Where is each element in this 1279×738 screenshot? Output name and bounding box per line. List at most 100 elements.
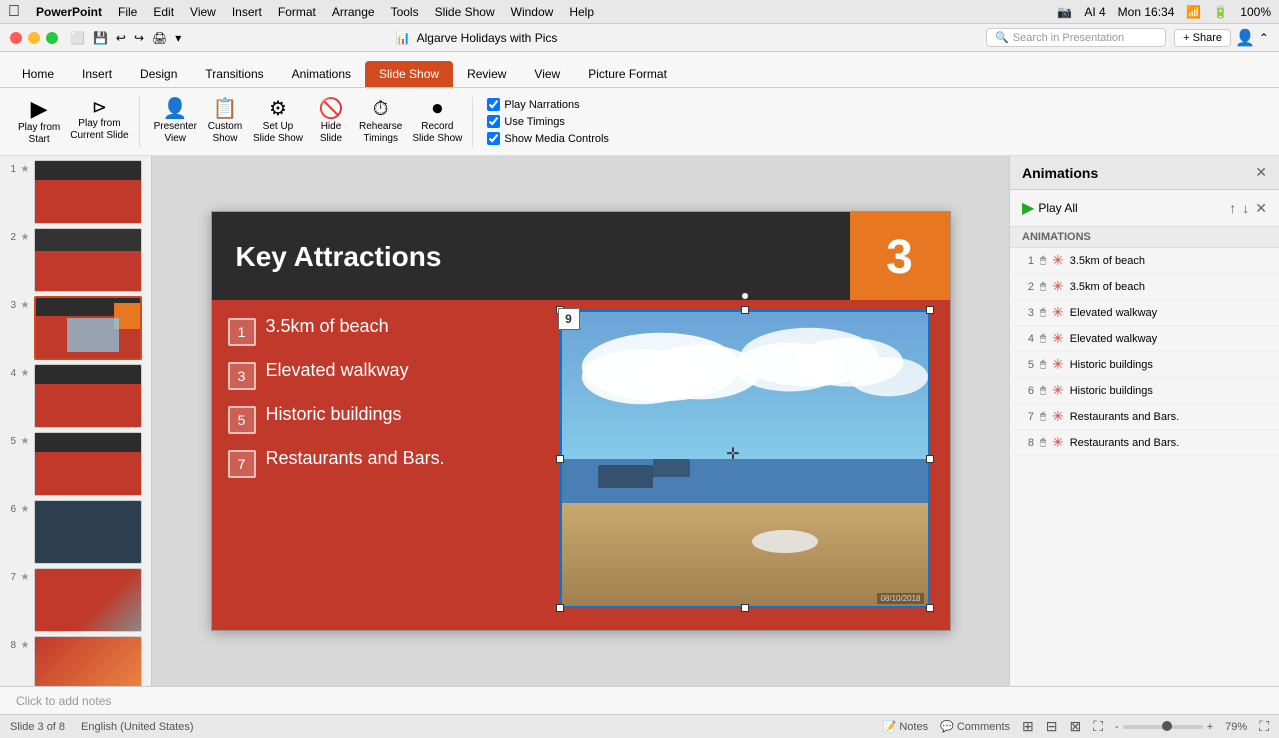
ribbon-group-setup: 👤 PresenterView 📋 CustomShow ⚙ Set UpSli…	[144, 97, 474, 147]
undo-icon[interactable]: ↩	[116, 31, 126, 45]
hide-slide-button[interactable]: 🚫 HideSlide	[309, 97, 353, 147]
apple-menu[interactable]: 	[8, 3, 20, 21]
anim-item-3[interactable]: 3 🖱 ✳ Elevated walkway	[1010, 300, 1279, 326]
tab-picture-format[interactable]: Picture Format	[574, 61, 681, 87]
slide-thumb-1[interactable]: 1 ★	[4, 160, 147, 224]
rehearse-timings-button[interactable]: ⏱ RehearseTimings	[355, 97, 406, 147]
menu-help[interactable]: Help	[569, 5, 594, 19]
animations-panel-close-button[interactable]: ✕	[1255, 164, 1267, 181]
search-icon: 🔍	[995, 31, 1009, 44]
anim-remove-button[interactable]: ✕	[1255, 200, 1267, 217]
notes-button[interactable]: 📝 Notes	[883, 720, 929, 733]
play-from-start-button[interactable]: ▶ Play fromStart	[14, 96, 64, 148]
menu-slideshow[interactable]: Slide Show	[435, 5, 495, 19]
anim-item-7[interactable]: 7 🖱 ✳ Restaurants and Bars.	[1010, 404, 1279, 430]
play-narrations-checkbox[interactable]: Play Narrations	[487, 98, 609, 111]
rehearse-timings-icon: ⏱	[373, 99, 389, 119]
menu-format[interactable]: Format	[278, 5, 316, 19]
resize-handle-mr[interactable]	[926, 455, 934, 463]
use-timings-checkbox[interactable]: Use Timings	[487, 115, 609, 128]
animations-panel-title: Animations	[1022, 165, 1098, 181]
anim-down-button[interactable]: ↓	[1242, 200, 1249, 217]
sidebar-toggle-icon[interactable]: ⬜	[70, 31, 85, 45]
setup-slideshow-button[interactable]: ⚙ Set UpSlide Show	[249, 97, 307, 147]
resize-handle-bm[interactable]	[741, 604, 749, 612]
normal-view-button[interactable]: ⊞	[1022, 718, 1034, 735]
menu-insert[interactable]: Insert	[232, 5, 262, 19]
comments-button[interactable]: 💬 Comments	[940, 720, 1010, 733]
slide-sorter-button[interactable]: ⊟	[1046, 718, 1058, 735]
slide-thumb-5[interactable]: 5 ★	[4, 432, 147, 496]
menu-view[interactable]: View	[190, 5, 216, 19]
tab-slideshow[interactable]: Slide Show	[365, 61, 453, 87]
resize-handle-tm[interactable]	[741, 306, 749, 314]
menu-window[interactable]: Window	[511, 5, 554, 19]
record-slideshow-button[interactable]: ⏺ RecordSlide Show	[408, 97, 466, 147]
cursor-icon: ✛	[726, 444, 739, 464]
play-all-button[interactable]: ▶ Play All	[1022, 198, 1078, 218]
menu-arrange[interactable]: Arrange	[332, 5, 375, 19]
clock-icon: Mon 16:34	[1118, 5, 1175, 19]
anim-up-button[interactable]: ↑	[1229, 200, 1236, 217]
custom-show-button[interactable]: 📋 CustomShow	[203, 97, 247, 147]
tab-review[interactable]: Review	[453, 61, 520, 87]
notes-icon: 📝	[883, 721, 897, 733]
slide-main[interactable]: Key Attractions 3 1 3.5km of beach	[211, 211, 951, 631]
resize-handle-bl[interactable]	[556, 604, 564, 612]
resize-handle-ml[interactable]	[556, 455, 564, 463]
maximize-button[interactable]	[46, 32, 58, 44]
slide-panel: 1 ★ 2 ★ 3 ★	[0, 156, 152, 686]
tab-transitions[interactable]: Transitions	[191, 61, 277, 87]
slide-thumb-3[interactable]: 3 ★	[4, 296, 147, 360]
presenter-view-button[interactable]: 👤 PresenterView	[150, 97, 201, 147]
close-button[interactable]	[10, 32, 22, 44]
fullscreen-button[interactable]: ⛶	[1093, 718, 1103, 735]
menu-file[interactable]: File	[118, 5, 137, 19]
slide-thumb-8[interactable]: 8 ★	[4, 636, 147, 686]
show-media-controls-checkbox[interactable]: Show Media Controls	[487, 132, 609, 145]
resize-handle-br[interactable]	[926, 604, 934, 612]
redo-icon[interactable]: ↪	[134, 31, 144, 45]
setup-slideshow-icon: ⚙	[269, 99, 287, 119]
share-button[interactable]: + Share	[1174, 29, 1231, 47]
slide-image-container[interactable]: 9	[560, 310, 930, 608]
menu-edit[interactable]: Edit	[153, 5, 174, 19]
menu-tools[interactable]: Tools	[391, 5, 419, 19]
image-badge: 9	[558, 308, 580, 330]
collapse-ribbon-icon[interactable]: ⌃	[1259, 31, 1269, 45]
anim-item-4[interactable]: 4 🖱 ✳ Elevated walkway	[1010, 326, 1279, 352]
bullet-4: 7 Restaurants and Bars.	[228, 448, 526, 478]
reading-view-button[interactable]: ⊠	[1070, 718, 1082, 735]
fit-slide-button[interactable]: ⛶	[1259, 718, 1269, 735]
rotate-handle[interactable]	[741, 292, 749, 300]
slide-thumb-2[interactable]: 2 ★	[4, 228, 147, 292]
resize-handle-tr[interactable]	[926, 306, 934, 314]
tab-animations[interactable]: Animations	[278, 61, 365, 87]
bullet-2: 3 Elevated walkway	[228, 360, 526, 390]
zoom-slider[interactable]	[1123, 725, 1203, 729]
anim-item-1[interactable]: 1 🖱 ✳ 3.5km of beach	[1010, 248, 1279, 274]
save-icon[interactable]: 💾	[93, 31, 108, 45]
zoom-out-button[interactable]: -	[1115, 721, 1119, 733]
tab-view[interactable]: View	[520, 61, 574, 87]
minimize-button[interactable]	[28, 32, 40, 44]
anim-item-2[interactable]: 2 🖱 ✳ 3.5km of beach	[1010, 274, 1279, 300]
image-date: 08/10/2018	[877, 593, 923, 604]
slide-thumb-7[interactable]: 7 ★	[4, 568, 147, 632]
search-box[interactable]: 🔍 Search in Presentation	[986, 28, 1166, 47]
zoom-in-button[interactable]: +	[1207, 721, 1213, 733]
zoom-level[interactable]: 79%	[1225, 721, 1247, 733]
slide-thumb-6[interactable]: 6 ★	[4, 500, 147, 564]
tab-design[interactable]: Design	[126, 61, 191, 87]
tab-home[interactable]: Home	[8, 61, 68, 87]
tab-insert[interactable]: Insert	[68, 61, 126, 87]
print-icon[interactable]: 🖨	[152, 31, 167, 45]
anim-item-8[interactable]: 8 🖱 ✳ Restaurants and Bars.	[1010, 430, 1279, 456]
play-from-current-button[interactable]: ⊳ Play fromCurrent Slide	[66, 96, 132, 148]
slide-thumb-4[interactable]: 4 ★	[4, 364, 147, 428]
dropdown-icon[interactable]: ▾	[175, 31, 181, 45]
anim-item-6[interactable]: 6 🖱 ✳ Historic buildings	[1010, 378, 1279, 404]
user-icon[interactable]: 👤	[1235, 28, 1255, 48]
anim-item-5[interactable]: 5 🖱 ✳ Historic buildings	[1010, 352, 1279, 378]
zoom-thumb[interactable]	[1162, 721, 1172, 731]
